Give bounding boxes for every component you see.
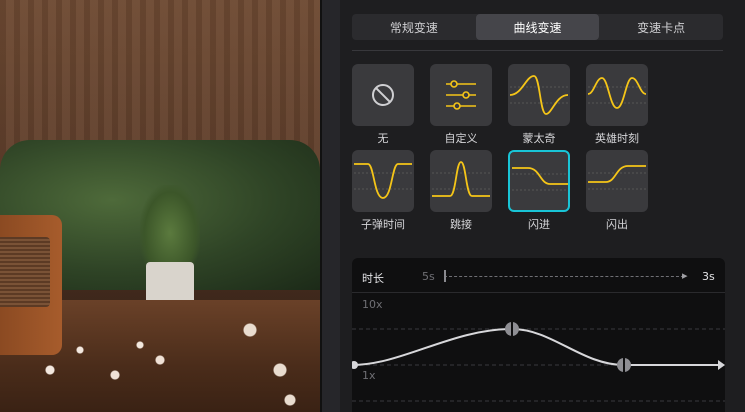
duration-min: 5s [422,270,435,283]
arrow-right-icon: ▸ [682,269,688,282]
preset-label: 自定义 [444,132,478,145]
preset-hero-moment[interactable]: 英雄时刻 [586,64,648,145]
speed-curve [352,327,718,366]
hero-moment-curve-icon [587,77,647,109]
preset-tile [508,150,570,212]
preset-montage[interactable]: 蒙太奇 [508,64,570,145]
preset-tile [586,64,648,126]
preset-jump-cut[interactable]: 跳接 [430,150,492,231]
preset-flash-in[interactable]: 闪进 [508,150,570,231]
duration-slider-thumb[interactable] [444,270,446,282]
duration-value: 3s [702,270,715,283]
duration-slider[interactable] [444,276,684,278]
preset-label: 跳接 [450,218,472,231]
preset-label: 子弹时间 [361,218,405,231]
speed-panel: 常规变速 曲线变速 变速卡点 无 自定义 蒙太奇 英雄时刻 子弹时间 跳接 闪进… [340,0,735,412]
preset-bullet-time[interactable]: 子弹时间 [352,150,414,231]
none-icon [372,84,394,106]
tab-curve-speed[interactable]: 曲线变速 [475,14,600,40]
preset-tile [430,64,492,126]
curve-handle[interactable] [505,322,519,336]
preset-tile [352,150,414,212]
preset-label: 蒙太奇 [522,132,556,145]
preset-label: 英雄时刻 [595,132,639,145]
preset-label: 无 [377,132,389,145]
curve-end-arrow [718,360,725,370]
curve-editor: 时长 5s ▸ 3s 10x 1x [352,258,725,412]
preset-label: 闪进 [528,218,550,231]
preset-tile [508,64,570,126]
duration-label: 时长 [362,272,384,285]
speed-tabs: 常规变速 曲线变速 变速卡点 [352,14,723,40]
preset-flash-out[interactable]: 闪出 [586,150,648,231]
tab-normal-speed[interactable]: 常规变速 [352,14,476,40]
flash-out-curve-icon [588,165,646,190]
preset-tile [430,150,492,212]
curve-start-point[interactable] [352,361,358,369]
preset-tile [352,64,414,126]
preset-tile [586,150,648,212]
tab-speed-beat[interactable]: 变速卡点 [599,14,723,40]
preset-label: 闪出 [606,218,628,231]
preview-flowers [20,300,300,410]
preset-none[interactable]: 无 [352,64,414,145]
curve-handle[interactable] [617,358,631,372]
panel-gutter [322,0,340,412]
radio-grill [0,237,50,307]
flash-in-curve-icon [512,167,568,191]
bullet-time-curve-icon [354,163,412,199]
tab-divider [352,50,723,51]
y-axis-min: 1x [362,369,376,382]
montage-curve-icon [509,75,569,115]
sliders-icon [446,80,476,110]
jump-cut-curve-icon [432,161,490,197]
y-axis-max: 10x [362,298,383,311]
video-preview [0,0,320,412]
speed-curve-graph[interactable] [352,293,725,412]
preset-custom[interactable]: 自定义 [430,64,492,145]
preview-plant [140,185,200,265]
